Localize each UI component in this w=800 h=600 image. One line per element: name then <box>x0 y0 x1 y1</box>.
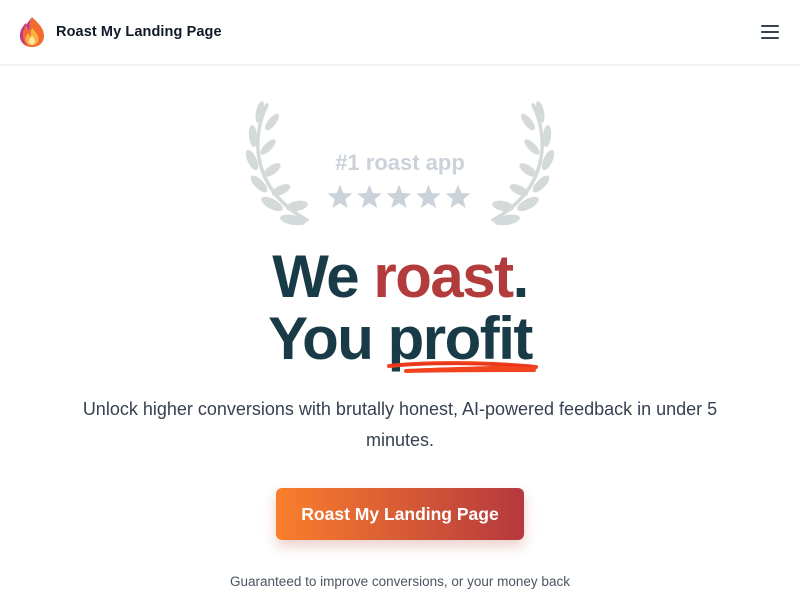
brand-link[interactable]: Roast My Landing Page <box>18 16 222 48</box>
headline-period: . <box>512 243 530 310</box>
badge-text: #1 roast app <box>335 150 465 175</box>
star-rating <box>245 182 555 217</box>
star-icon <box>445 184 471 209</box>
roast-cta-button[interactable]: Roast My Landing Page <box>276 488 524 540</box>
brand-name: Roast My Landing Page <box>56 24 222 40</box>
guarantee-text: Guaranteed to improve conversions, or yo… <box>230 574 570 589</box>
headline-roast: roast <box>373 243 514 310</box>
star-icon <box>327 184 353 209</box>
star-icon <box>357 184 382 209</box>
hero-subtitle: Unlock higher conversions with brutally … <box>82 399 718 450</box>
flame-icon <box>20 17 44 47</box>
star-icon <box>386 184 412 209</box>
headline-profit-wrap: profit <box>386 308 538 373</box>
star-icon <box>416 184 441 209</box>
hamburger-menu-icon[interactable] <box>758 20 782 44</box>
headline-line-2: You profit <box>0 305 800 373</box>
headline-line-1: We roast. <box>0 246 800 308</box>
headline-you: You <box>268 305 388 372</box>
hero-headline: We roast. You profit <box>0 246 800 373</box>
site-header: Roast My Landing Page <box>0 0 800 64</box>
brush-underline <box>386 361 538 373</box>
award-badge: #1 roast app <box>245 100 555 230</box>
headline-we: We <box>272 243 374 310</box>
star-row <box>327 184 471 209</box>
